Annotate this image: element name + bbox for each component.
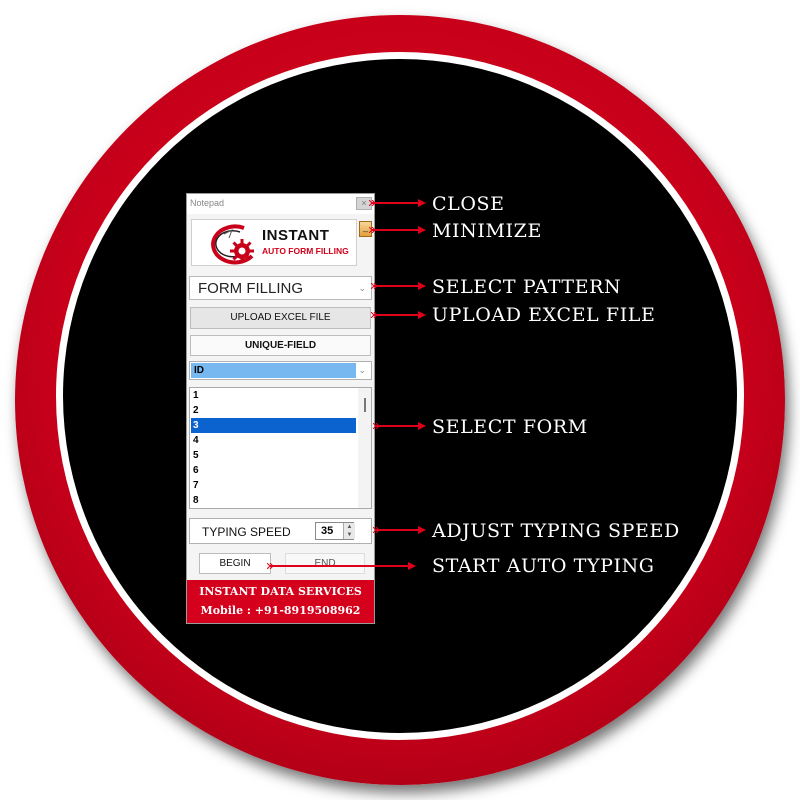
- label-minimize: MINIMIZE: [432, 220, 542, 242]
- annotation-arrows: [0, 0, 800, 800]
- label-start-typing: START AUTO TYPING: [432, 555, 655, 577]
- label-adjust-speed: ADJUST TYPING SPEED: [432, 520, 680, 542]
- label-upload-excel: UPLOAD EXCEL FILE: [432, 304, 656, 326]
- label-select-form: SELECT FORM: [432, 416, 588, 438]
- label-close: CLOSE: [432, 193, 505, 215]
- label-select-pattern: SELECT PATTERN: [432, 276, 622, 298]
